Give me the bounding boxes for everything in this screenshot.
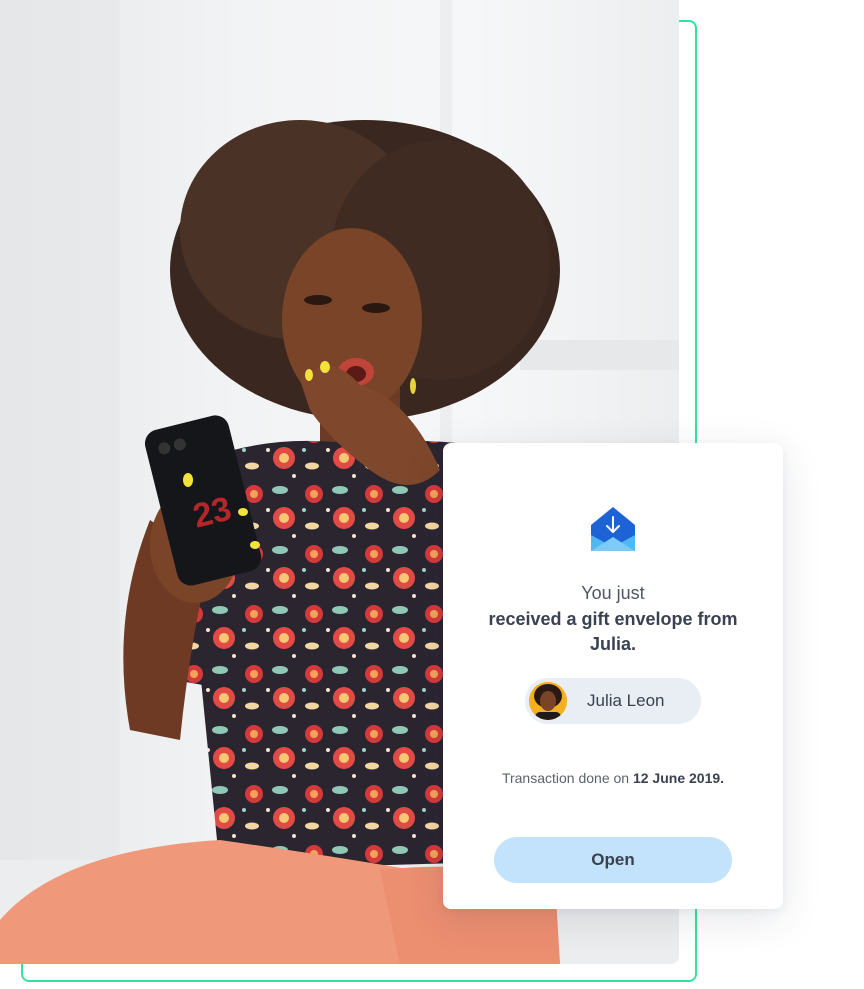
sender-chip[interactable]: Julia Leon: [525, 678, 701, 724]
transaction-prefix: Transaction done on: [501, 770, 633, 786]
envelope-download-icon: [591, 507, 635, 553]
gift-envelope-card: You just received a gift envelope from J…: [443, 443, 783, 909]
sender-name: Julia Leon: [587, 691, 665, 710]
transaction-date: 12 June 2019.: [632, 770, 725, 786]
transaction-info: Transaction done on 12 June 2019.: [443, 770, 783, 786]
gift-message: received a gift envelope from Julia.: [488, 609, 738, 654]
avatar: [529, 682, 567, 720]
intro-text: You just: [581, 583, 645, 603]
open-button[interactable]: Open: [494, 837, 732, 883]
promo-stage: 23 You just received a gift envelope fro…: [0, 0, 864, 989]
